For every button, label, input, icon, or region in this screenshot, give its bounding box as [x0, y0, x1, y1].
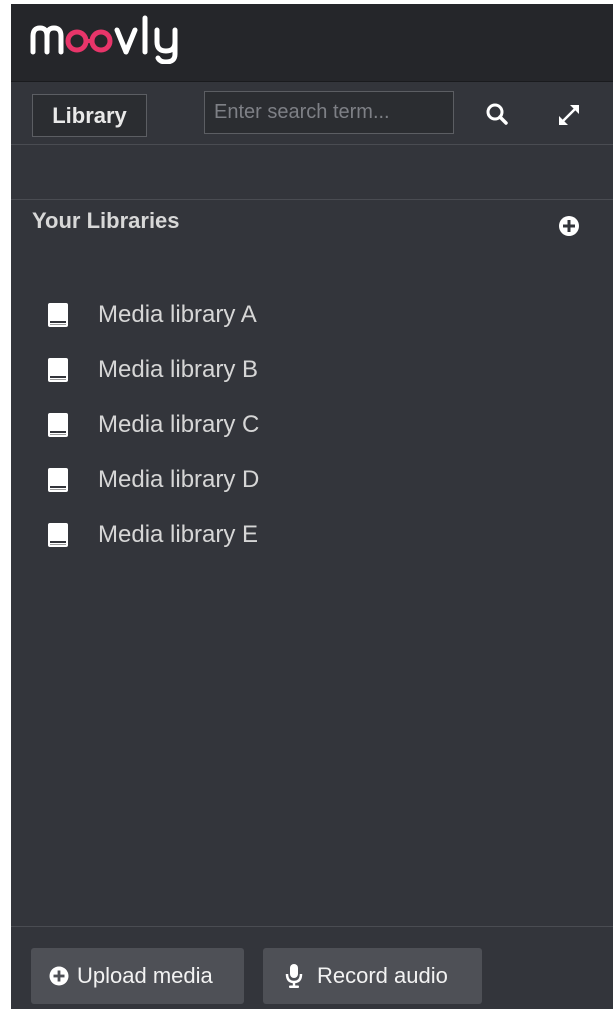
list-item[interactable]: Media library E [47, 507, 587, 562]
book-icon [48, 357, 68, 382]
upload-media-label: Upload media [77, 963, 213, 988]
library-list: Media library A Media library B Media li… [47, 287, 587, 562]
plus-circle-icon [49, 966, 69, 986]
libraries-heading: Your Libraries [32, 208, 180, 233]
search-icon[interactable] [481, 98, 513, 130]
list-item[interactable]: Media library B [47, 342, 587, 397]
book-icon [48, 412, 68, 437]
library-label: Media library B [98, 355, 259, 383]
expand-icon[interactable] [552, 98, 586, 132]
book-icon [48, 302, 68, 327]
search-input[interactable] [204, 91, 454, 134]
book-icon [48, 522, 68, 547]
list-item[interactable]: Media library C [47, 397, 587, 452]
divider-band [11, 146, 613, 200]
library-label: Media library A [98, 300, 257, 328]
library-label: Media library C [98, 410, 260, 438]
plus-circle-icon[interactable] [558, 215, 580, 237]
book-icon [48, 467, 68, 492]
list-item[interactable]: Media library D [47, 452, 587, 507]
library-label: Media library E [98, 520, 259, 548]
microphone-icon [285, 964, 303, 988]
footer-bar: Upload media Record audio [11, 926, 613, 1009]
app-header [11, 4, 613, 82]
list-item[interactable]: Media library A [47, 287, 587, 342]
upload-media-button[interactable]: Upload media [31, 948, 244, 1004]
moovly-logo [29, 14, 199, 64]
record-audio-label: Record audio [317, 963, 448, 988]
library-tab-button[interactable]: Library [32, 94, 147, 137]
media-panel: Library Your Libraries [11, 4, 613, 1009]
library-label: Media library D [98, 465, 260, 493]
record-audio-button[interactable]: Record audio [263, 948, 482, 1004]
toolbar: Library [11, 83, 613, 145]
